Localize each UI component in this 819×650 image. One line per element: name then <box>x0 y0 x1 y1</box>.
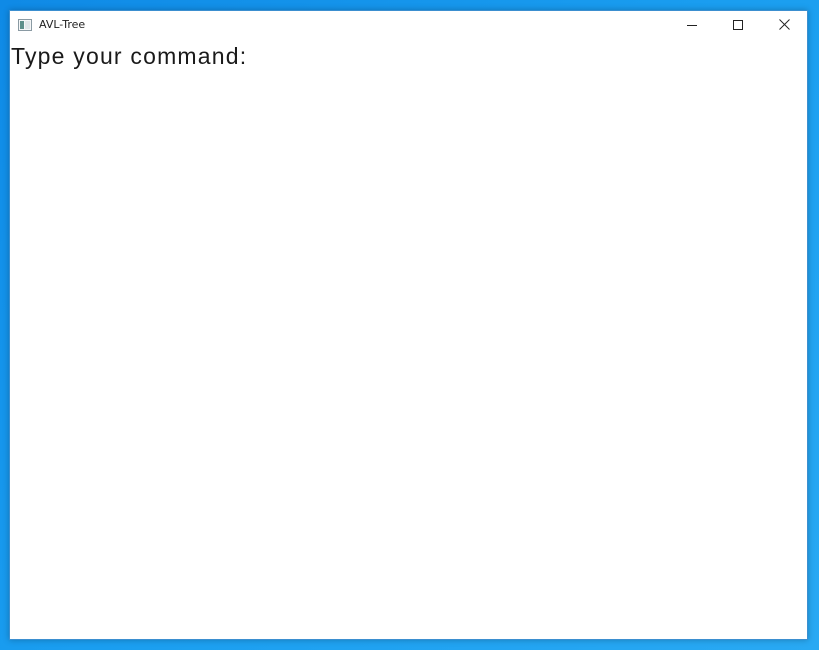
title-bar[interactable]: AVL-Tree <box>10 11 807 40</box>
command-prompt: Type your command: <box>11 43 248 69</box>
minimize-button[interactable] <box>669 11 715 40</box>
minimize-icon <box>687 17 697 35</box>
app-window-icon <box>18 18 32 31</box>
close-icon <box>778 17 790 35</box>
app-window: AVL-Tree Type your command: <box>9 10 808 640</box>
maximize-icon <box>733 17 743 35</box>
maximize-button[interactable] <box>715 11 761 40</box>
command-canvas[interactable]: Type your command: <box>10 40 807 639</box>
window-title: AVL-Tree <box>39 18 86 31</box>
close-button[interactable] <box>761 11 807 40</box>
